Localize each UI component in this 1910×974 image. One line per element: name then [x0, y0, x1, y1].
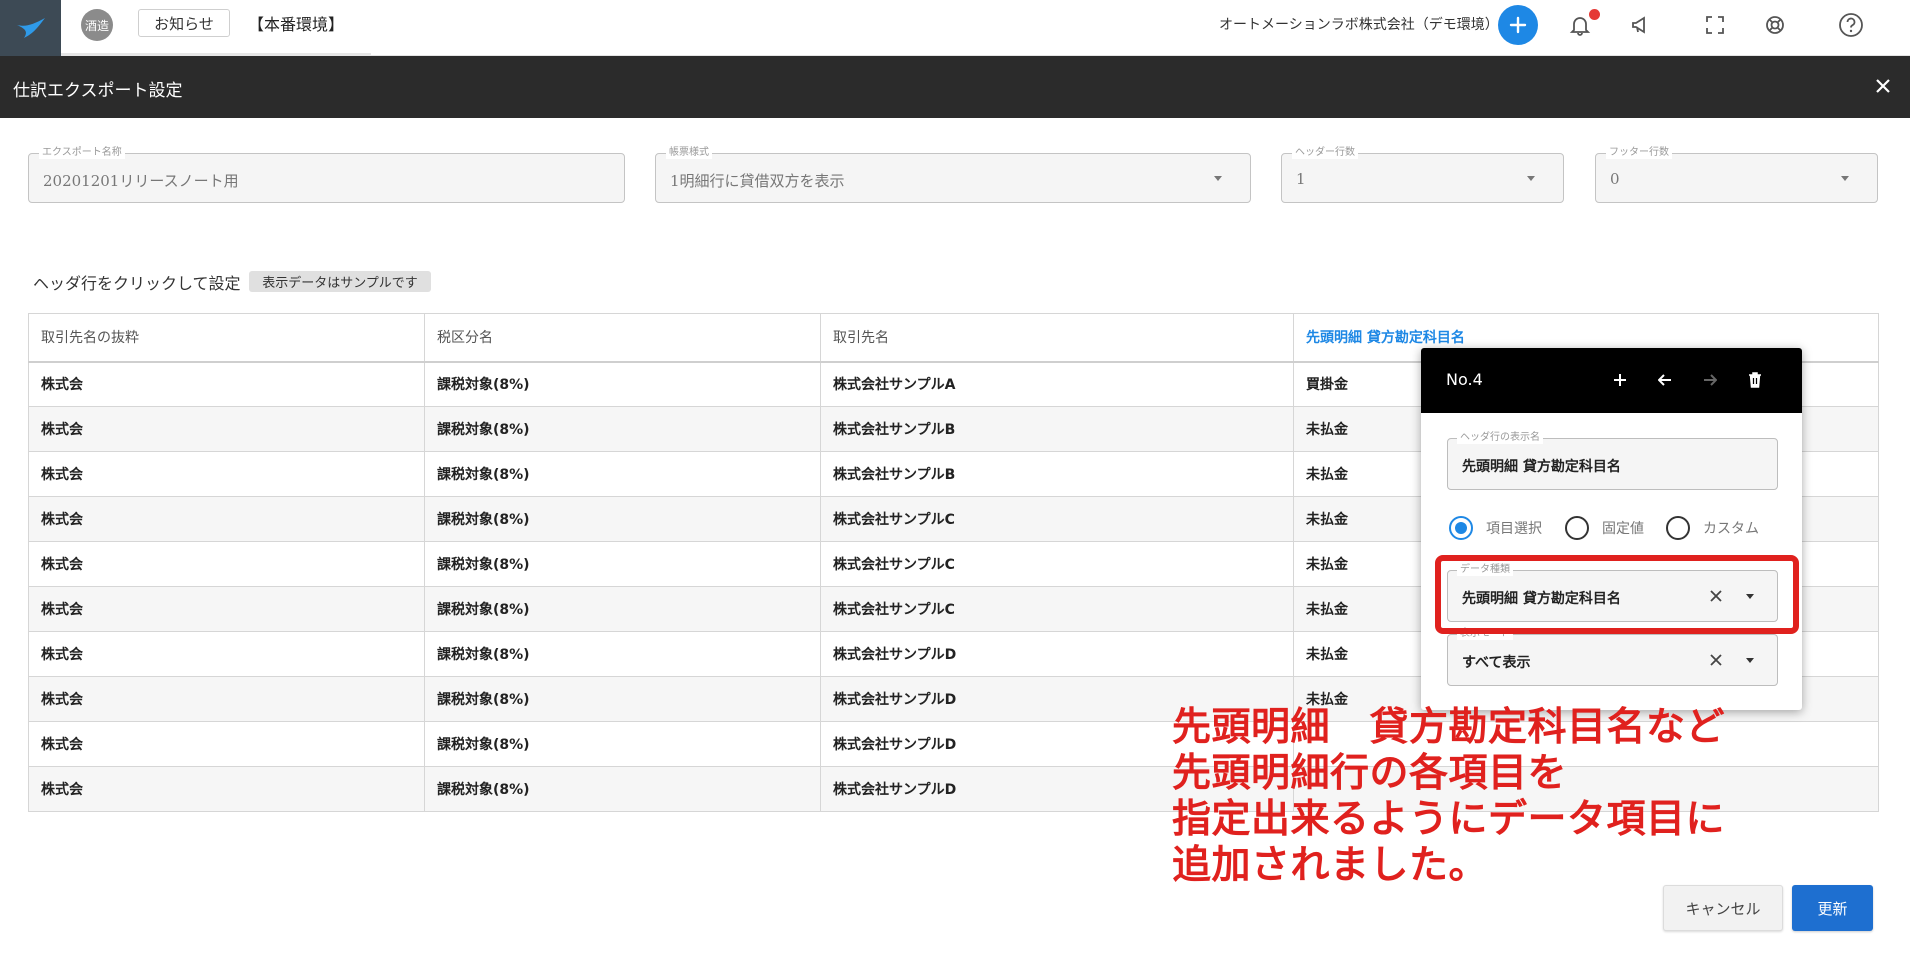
table-cell: 株式会	[28, 406, 425, 452]
help-icon[interactable]	[1836, 10, 1866, 40]
format-select[interactable]: 帳票様式 1明細行に貸借双方を表示	[655, 147, 1251, 203]
tenant-avatar[interactable]: 酒造	[81, 9, 113, 41]
caret-down-icon	[1214, 176, 1222, 181]
table-cell: 課税対象(8%)	[424, 721, 821, 767]
radio-unchecked-icon[interactable]	[1666, 516, 1690, 540]
header-rows-select[interactable]: ヘッダー行数 1	[1281, 147, 1564, 203]
table-cell: 株式会	[28, 361, 425, 407]
field-value: 1	[1296, 170, 1306, 188]
table-cell: 課税対象(8%)	[424, 766, 821, 812]
update-button[interactable]: 更新	[1792, 885, 1873, 931]
radio-fixed-value[interactable]: 固定値	[1565, 516, 1644, 540]
radio-unchecked-icon[interactable]	[1565, 516, 1589, 540]
environment-label: 【本番環境】	[248, 15, 345, 34]
plus-icon[interactable]	[1498, 5, 1538, 45]
table-cell: 株式会	[28, 541, 425, 587]
table-cell: 株式会	[28, 496, 425, 542]
caret-down-icon	[1841, 176, 1849, 181]
fullscreen-icon[interactable]	[1700, 10, 1730, 40]
support-icon[interactable]	[1760, 10, 1790, 40]
dialog-title: 仕訳エクスポート設定	[13, 81, 183, 101]
table-cell: 課税対象(8%)	[424, 406, 821, 452]
arrow-right-icon[interactable]	[1698, 368, 1722, 392]
megaphone-icon[interactable]	[1626, 10, 1656, 40]
top-bar: 酒造 お知らせ 【本番環境】 オートメーションラボ株式会社（デモ環境）	[0, 0, 1910, 56]
caret-down-icon	[1527, 176, 1535, 181]
table-cell: 株式会	[28, 676, 425, 722]
radio-checked-icon[interactable]	[1449, 516, 1473, 540]
header-hint: ヘッダ行をクリックして設定	[33, 274, 241, 293]
table-cell: 課税対象(8%)	[424, 451, 821, 497]
radio-label: カスタム	[1703, 521, 1759, 537]
field-label: エクスポート名称	[39, 147, 125, 159]
table-cell: 株式会	[28, 766, 425, 812]
table-cell: 課税対象(8%)	[424, 496, 821, 542]
table-cell: 株式会社サンプルD	[820, 631, 1294, 677]
bird-logo-icon[interactable]	[0, 0, 61, 56]
plus-icon[interactable]	[1608, 368, 1632, 392]
column-header[interactable]: 取引先名	[820, 313, 1294, 363]
table-cell: 株式会	[28, 631, 425, 677]
popup-title: No.4	[1446, 370, 1483, 389]
table-cell: 課税対象(8%)	[424, 586, 821, 632]
table-cell: 課税対象(8%)	[424, 541, 821, 587]
clear-icon[interactable]	[1706, 650, 1726, 670]
column-header[interactable]: 税区分名	[424, 313, 821, 363]
table-cell: 課税対象(8%)	[424, 361, 821, 407]
company-name[interactable]: オートメーションラボ株式会社（デモ環境）	[1219, 14, 1499, 34]
footer-rows-select[interactable]: フッター行数 0	[1595, 147, 1878, 203]
field-value: 20201201リリースノート用	[43, 172, 239, 190]
sample-data-badge: 表示データはサンプルです	[249, 271, 431, 292]
field-value: すべて表示	[1462, 655, 1531, 671]
caret-down-icon[interactable]	[1746, 658, 1754, 663]
table-cell: 株式会	[28, 586, 425, 632]
annotation-text: 先頭明細 貸方勘定科目名など 先頭明細行の各項目を 指定出来るようにデータ項目に…	[1172, 705, 1726, 888]
column-settings-popup: No.4 ヘッダ行の表示名 先頭明細 貸方勘定科目名 項目選択 固定値 カスタム	[1421, 348, 1802, 710]
dialog-title-bar: 仕訳エクスポート設定	[0, 56, 1910, 118]
field-label: ヘッダ行の表示名	[1457, 432, 1543, 444]
arrow-left-icon[interactable]	[1653, 368, 1677, 392]
table-cell: 課税対象(8%)	[424, 631, 821, 677]
table-cell: 株式会社サンプルC	[820, 496, 1294, 542]
notice-button[interactable]: お知らせ	[138, 9, 230, 37]
field-value: 1明細行に貸借双方を表示	[670, 172, 845, 190]
display-mode-select[interactable]: 表示モード すべて表示	[1447, 628, 1778, 686]
field-label: ヘッダー行数	[1292, 147, 1358, 159]
highlight-box	[1435, 555, 1799, 634]
table-cell: 株式会社サンプルA	[820, 361, 1294, 407]
export-name-field[interactable]: エクスポート名称 20201201リリースノート用	[28, 147, 625, 203]
trash-icon[interactable]	[1743, 368, 1767, 392]
table-cell: 課税対象(8%)	[424, 676, 821, 722]
value-type-radio-group: 項目選択 固定値 カスタム	[1449, 516, 1789, 546]
popup-header: No.4	[1421, 348, 1802, 413]
table-cell: 株式会	[28, 721, 425, 767]
close-icon[interactable]	[1871, 74, 1895, 98]
table-cell: 株式会社サンプルC	[820, 586, 1294, 632]
column-header[interactable]: 取引先名の抜粋	[28, 313, 425, 363]
radio-label: 固定値	[1602, 521, 1644, 537]
field-label: フッター行数	[1606, 147, 1672, 159]
radio-item-select[interactable]: 項目選択	[1449, 516, 1542, 540]
notification-dot	[1589, 9, 1600, 20]
table-cell: 株式会社サンプルB	[820, 451, 1294, 497]
radio-label: 項目選択	[1486, 521, 1542, 537]
cancel-button[interactable]: キャンセル	[1663, 885, 1783, 931]
field-value: 先頭明細 貸方勘定科目名	[1462, 459, 1621, 475]
radio-custom[interactable]: カスタム	[1666, 516, 1759, 540]
table-cell: 株式会社サンプルC	[820, 541, 1294, 587]
field-label: 帳票様式	[666, 147, 712, 159]
table-cell: 株式会社サンプルB	[820, 406, 1294, 452]
field-value: 0	[1610, 170, 1620, 188]
table-cell: 株式会	[28, 451, 425, 497]
display-name-field[interactable]: ヘッダ行の表示名 先頭明細 貸方勘定科目名	[1447, 432, 1778, 490]
